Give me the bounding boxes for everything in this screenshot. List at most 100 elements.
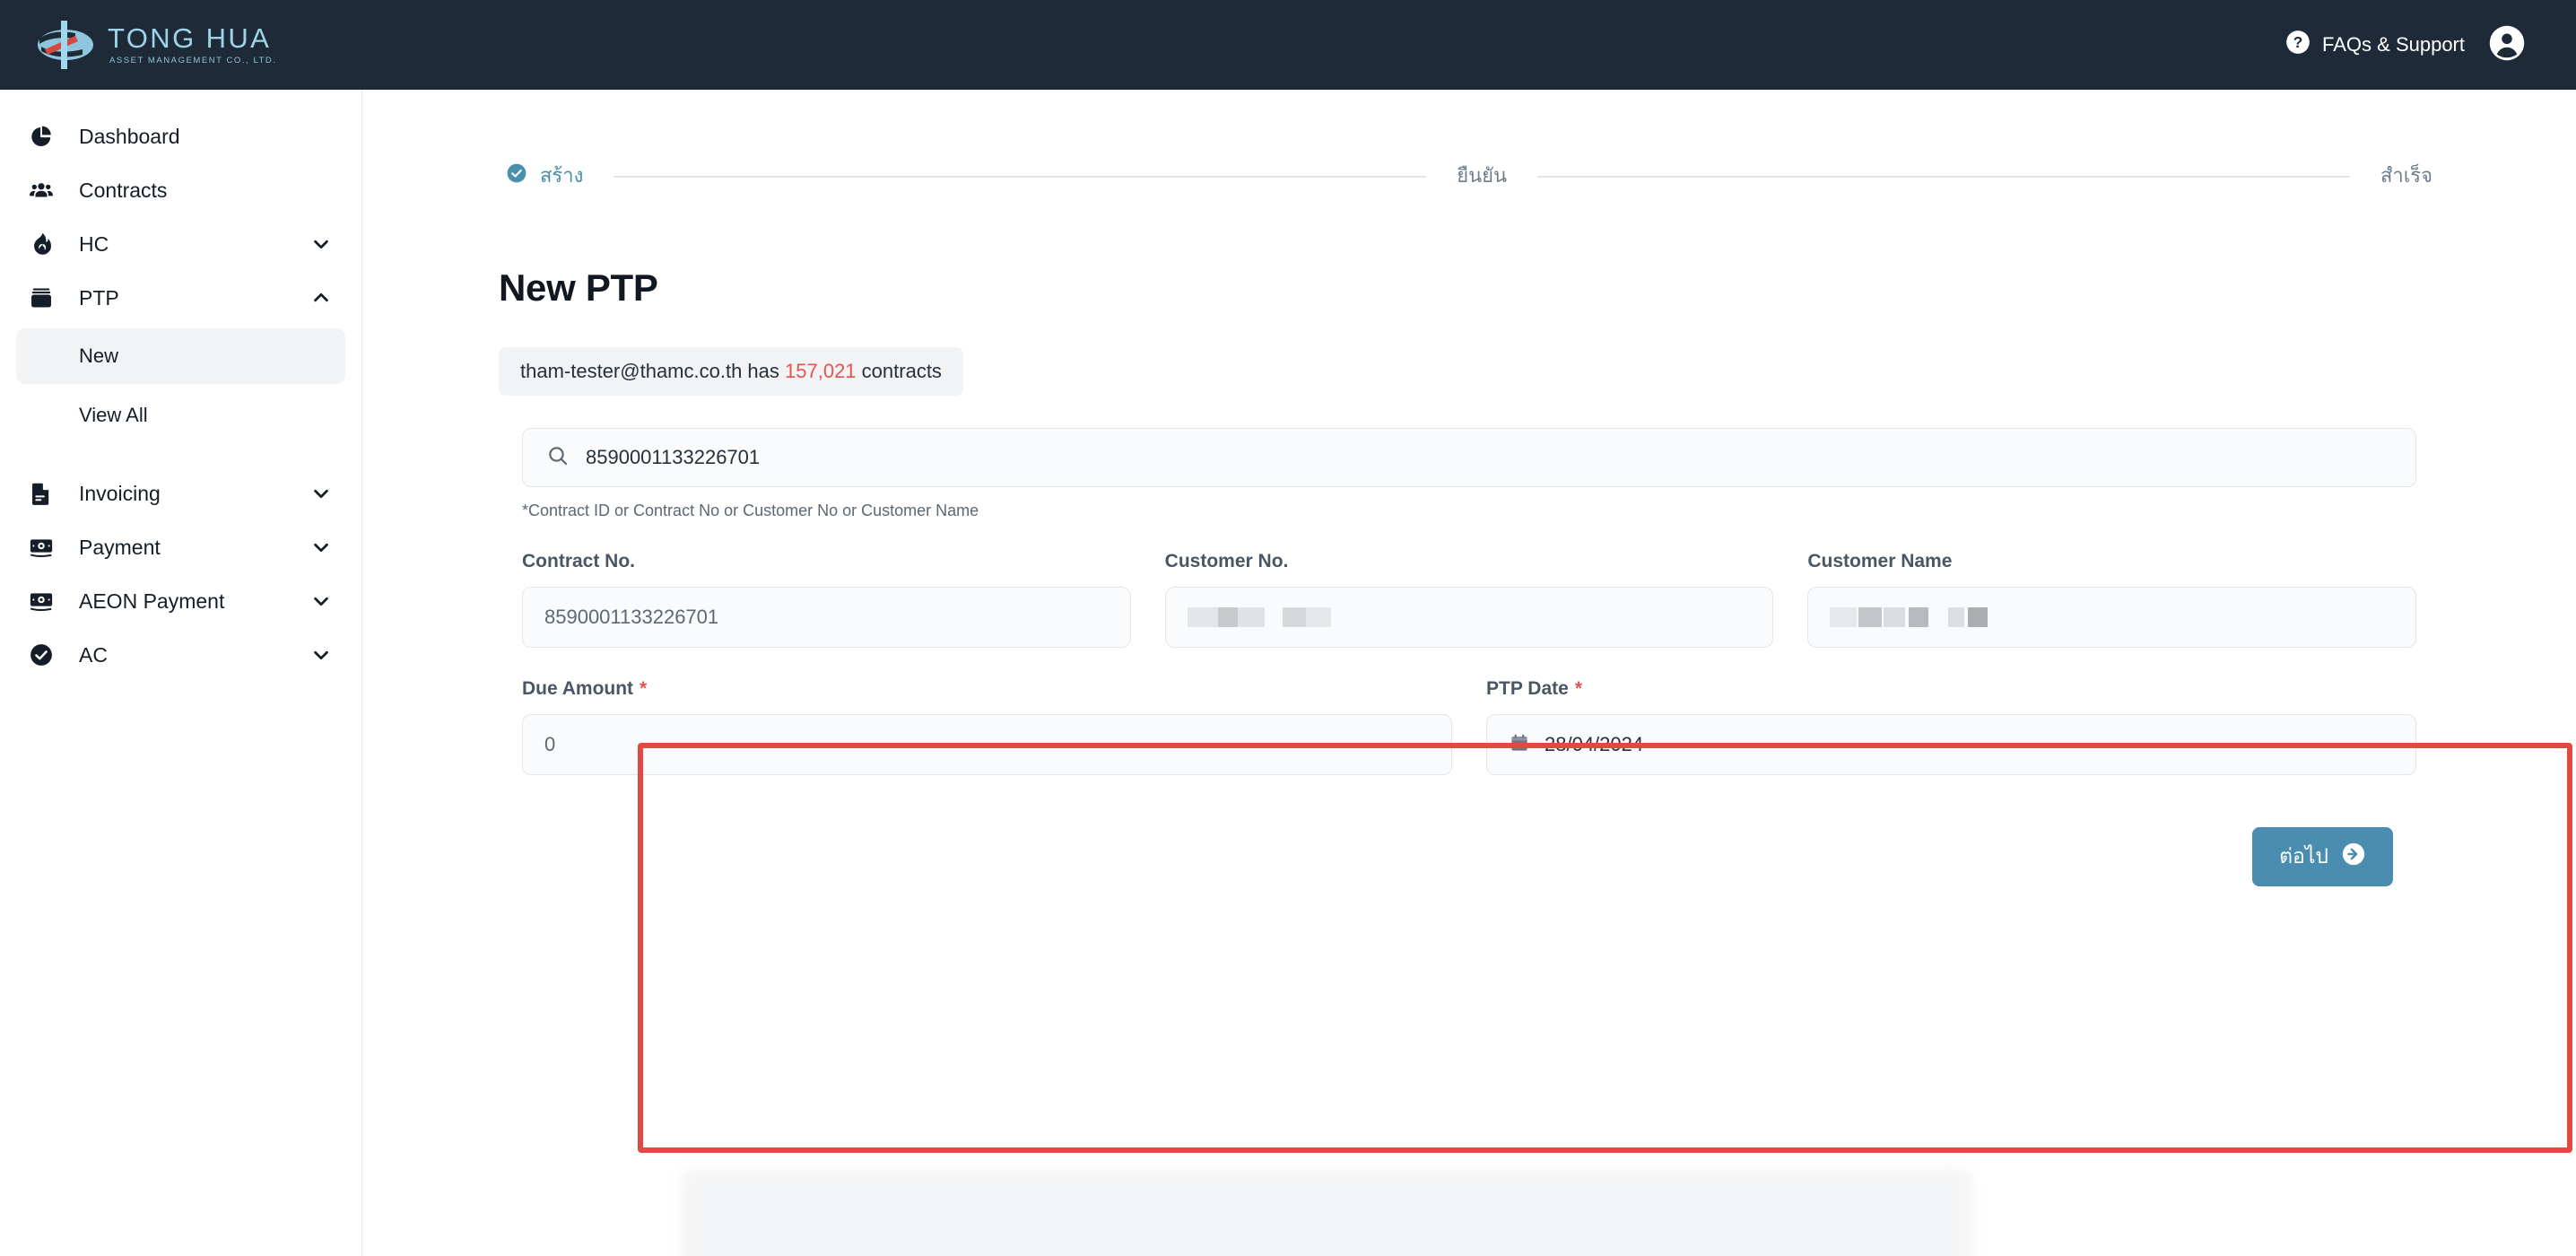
count-suffix-text: contracts [861, 360, 942, 382]
ptp-form: 8590001133226701 *Contract ID or Contrac… [499, 428, 2572, 1153]
sidebar-item-ac[interactable]: AC [16, 628, 345, 682]
background-card-partial [681, 1168, 1972, 1256]
form-actions: ต่อไป [522, 827, 2416, 886]
chevron-down-icon[interactable] [309, 234, 333, 254]
briefcase-icon [29, 285, 70, 310]
field-customer-name: Customer Name [1807, 551, 2417, 648]
sidebar-subitem-label: New [79, 345, 119, 367]
step-create[interactable]: สร้าง [506, 160, 583, 191]
sidebar-item-label: Contracts [79, 178, 168, 202]
step-label: ยืนยัน [1457, 164, 1508, 187]
banknote-icon [29, 535, 70, 560]
field-label-text: Customer No. [1164, 551, 1289, 571]
pie-chart-icon [29, 124, 70, 149]
sidebar-item-label: AC [79, 642, 108, 667]
due-amount-input[interactable]: 0 [522, 714, 1452, 775]
field-label: Customer Name [1807, 551, 2416, 572]
field-contract-no: Contract No. 8590001133226701 [522, 551, 1131, 648]
field-label: Contract No. [522, 551, 1131, 572]
top-bar: TONG HUA ASSET MANAGEMENT CO., LTD. ? FA… [0, 0, 2576, 90]
search-input[interactable]: 8590001133226701 [522, 428, 2416, 487]
sidebar-item-dashboard[interactable]: Dashboard [16, 109, 345, 163]
sidebar-item-ptp-new[interactable]: New [16, 328, 345, 384]
field-label: Due Amount * [522, 678, 1452, 700]
faqs-support-label: FAQs & Support [2322, 33, 2465, 56]
user-account-icon[interactable] [2488, 24, 2526, 66]
customer-name-input[interactable] [1807, 587, 2417, 648]
field-label-text: Due Amount [522, 678, 634, 699]
red-highlight-annotation [638, 743, 2572, 1153]
form-row-2: Due Amount * 0 PTP Date * 28/04/2024 [522, 678, 2416, 775]
sidebar-item-hc[interactable]: HC [16, 217, 345, 271]
chevron-down-icon[interactable] [309, 537, 333, 557]
field-customer-no: Customer No. [1164, 551, 1774, 648]
stepper-connector [1537, 175, 2350, 178]
form-row-1: Contract No. 8590001133226701 Customer N… [522, 551, 2417, 648]
sidebar-subitem-label: View All [79, 404, 148, 426]
sidebar-item-contracts[interactable]: Contracts [16, 163, 345, 217]
search-hint-text: *Contract ID or Contract No or Customer … [522, 502, 979, 519]
search-field-wrapper: 8590001133226701 [522, 428, 2416, 487]
ptp-date-value: 28/04/2024 [1545, 733, 1644, 755]
contract-count-badge: tham-tester@thamc.co.th has 157,021 cont… [499, 347, 963, 396]
svg-text:?: ? [2293, 33, 2303, 51]
due-amount-value: 0 [544, 733, 556, 755]
contract-no-value: 8590001133226701 [544, 606, 719, 628]
sidebar-item-payment[interactable]: Payment [16, 520, 345, 574]
step-success[interactable]: สำเร็จ [2380, 160, 2432, 191]
sidebar-item-invoicing[interactable]: Invoicing [16, 467, 345, 520]
sidebar-item-ptp[interactable]: PTP [16, 271, 345, 325]
next-button[interactable]: ต่อไป [2252, 827, 2393, 886]
flame-icon [29, 231, 70, 257]
people-group-icon [29, 178, 70, 203]
ptp-date-input[interactable]: 28/04/2024 [1486, 714, 2416, 775]
chevron-down-icon[interactable] [309, 591, 333, 611]
step-confirm[interactable]: ยืนยัน [1457, 160, 1507, 191]
tonghua-logo-icon [36, 19, 95, 71]
next-button-label: ต่อไป [2279, 844, 2328, 868]
question-circle-icon: ? [2285, 30, 2311, 60]
field-label: Customer No. [1165, 551, 1774, 572]
check-circle-icon [506, 162, 527, 188]
contract-no-input[interactable]: 8590001133226701 [522, 587, 1131, 648]
chevron-down-icon[interactable] [309, 645, 333, 665]
stepper-connector [614, 175, 1427, 178]
faqs-support-button[interactable]: ? FAQs & Support [2285, 30, 2465, 60]
sidebar-nav: Dashboard Contracts HC PTP New View All … [0, 90, 362, 1256]
customer-no-input[interactable] [1164, 587, 1774, 648]
document-icon [29, 481, 70, 506]
banknote-icon [29, 589, 70, 614]
arrow-right-circle-icon [2341, 842, 2366, 872]
sidebar-item-label: HC [79, 231, 109, 256]
check-circle-icon [29, 642, 70, 667]
sidebar-item-label: Invoicing [79, 481, 161, 505]
calendar-icon[interactable] [1509, 732, 1530, 758]
sidebar-item-label: Payment [79, 535, 161, 559]
search-input-value: 8590001133226701 [586, 446, 761, 468]
field-due-amount: Due Amount * 0 [522, 678, 1452, 775]
sidebar-item-label: Dashboard [79, 124, 180, 148]
sidebar-divider-gap [0, 447, 361, 467]
page-title: New PTP [499, 266, 658, 309]
field-label-text: Customer Name [1807, 551, 1953, 571]
brand-subtitle: ASSET MANAGEMENT CO., LTD. [109, 56, 277, 66]
sidebar-item-label: AEON Payment [79, 589, 225, 613]
chevron-down-icon[interactable] [309, 484, 333, 503]
redacted-value [1830, 607, 1989, 627]
step-label: สำเร็จ [2380, 164, 2432, 187]
field-label-text: Contract No. [522, 551, 635, 571]
brand-name: TONG HUA [108, 22, 272, 55]
progress-stepper: สร้าง ยืนยัน สำเร็จ [499, 160, 2440, 191]
required-asterisk: * [640, 678, 648, 699]
sidebar-item-ptp-view-all[interactable]: View All [16, 388, 345, 443]
redacted-value [1187, 607, 1331, 627]
search-icon [546, 444, 570, 472]
field-label-text: PTP Date [1486, 678, 1569, 699]
sidebar-item-label: PTP [79, 285, 119, 310]
field-ptp-date: PTP Date * 28/04/2024 [1486, 678, 2416, 775]
chevron-up-icon[interactable] [309, 288, 333, 308]
main-content: สร้าง ยืนยัน สำเร็จ New PTP tham-tester@… [362, 90, 2576, 1256]
step-label: สร้าง [540, 164, 584, 187]
sidebar-item-aeon-payment[interactable]: AEON Payment [16, 574, 345, 628]
brand-logo[interactable]: TONG HUA ASSET MANAGEMENT CO., LTD. [36, 19, 277, 71]
